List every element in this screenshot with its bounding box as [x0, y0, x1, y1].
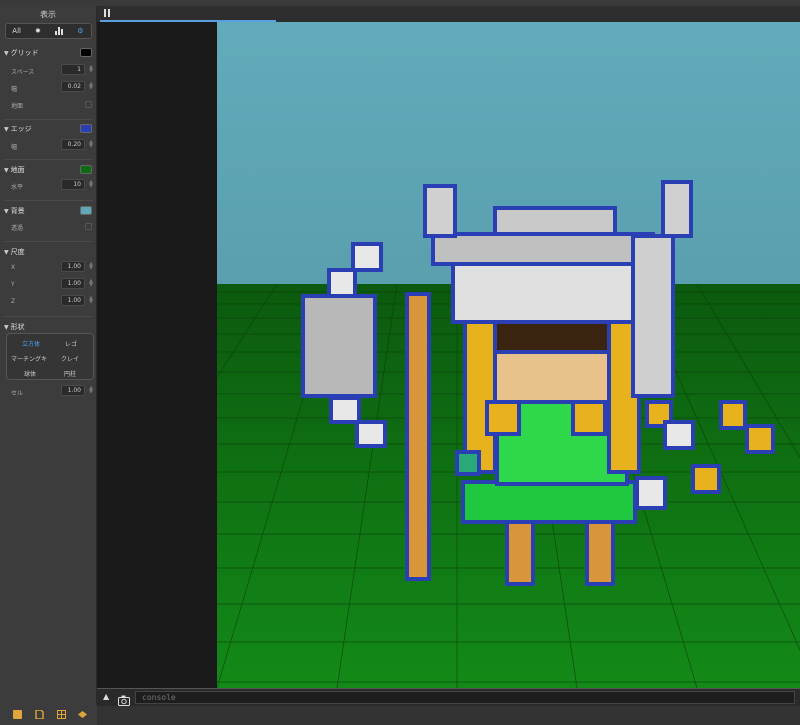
divider [4, 316, 93, 317]
grid-spacing-label: スペース [11, 69, 35, 76]
collapse-icon: ▼ [4, 248, 9, 256]
edge-width-label: 幅 [11, 144, 18, 151]
spinner-icon[interactable]: ▲ ▼ [89, 180, 93, 189]
spinner-icon[interactable]: ▲ ▼ [89, 279, 93, 288]
shape-option-clay[interactable]: クレイ [61, 354, 79, 363]
ground-level-label: 水平 [11, 184, 24, 191]
collapse-icon: ▼ [4, 207, 9, 215]
scale-z-input[interactable]: 1.00 [61, 295, 85, 306]
pause-icon[interactable] [104, 9, 110, 17]
scale-z-row: Z 1.00 ▲ ▼ [11, 295, 93, 307]
spinner-icon[interactable]: ▲ ▼ [89, 386, 93, 395]
scale-z-label: Z [11, 298, 16, 305]
divider [4, 200, 93, 201]
edge-width-input[interactable]: 0.20 [61, 139, 85, 150]
shape-cell-row: セル 1.00 ▲ ▼ [11, 385, 93, 397]
tab-all[interactable]: All [7, 25, 27, 37]
collapse-icon: ▼ [4, 166, 9, 174]
shape-options: 立方体 レゴ マーチングキ クレイ 球体 円柱 [6, 333, 94, 380]
spinner-icon[interactable]: ▲ ▼ [89, 82, 93, 91]
render-viewport[interactable] [97, 22, 800, 688]
scale-y-label: Y [11, 281, 15, 288]
scale-x-label: X [11, 264, 16, 271]
background-transparent-row: 透過 [11, 220, 93, 232]
grid-ground-label: 地面 [11, 103, 24, 110]
voxel-scene [217, 22, 800, 688]
edge-width-row: 幅 0.20 ▲ ▼ [11, 139, 93, 151]
grid-width-row: 幅 0.02 ▲ ▼ [11, 81, 93, 93]
bar-chart-icon [54, 27, 63, 35]
section-scale[interactable]: ▼ 尺度 [4, 247, 92, 257]
grid-ground-checkbox[interactable] [85, 101, 92, 108]
console-input[interactable] [135, 691, 795, 704]
console-bar: ▲ [97, 688, 800, 707]
spinner-icon[interactable]: ▲ ▼ [89, 262, 93, 271]
scale-y-input[interactable]: 1.00 [61, 278, 85, 289]
grid-spacing-input[interactable]: 1 [61, 64, 85, 75]
cube-icon[interactable] [13, 710, 22, 719]
ground-level-input[interactable]: 10 [61, 179, 85, 190]
ground-level-row: 水平 10 ▲ ▼ [11, 179, 93, 191]
panel-tabs: All ✹ ⚙ [5, 23, 92, 39]
panel-title: 表示 [40, 10, 56, 19]
ground-color-swatch[interactable] [80, 165, 92, 174]
collapse-icon: ▼ [4, 323, 9, 331]
collapse-icon: ▼ [4, 49, 9, 57]
section-background[interactable]: ▼ 背景 [4, 206, 92, 216]
tab-stats[interactable] [49, 25, 69, 37]
background-transparent-label: 透過 [11, 225, 24, 232]
spinner-icon[interactable]: ▲ ▼ [89, 65, 93, 74]
edge-color-swatch[interactable] [80, 124, 92, 133]
file-icon[interactable] [35, 709, 44, 720]
section-ground[interactable]: ▼ 地面 [4, 165, 92, 175]
tab-light[interactable]: ✹ [28, 25, 48, 37]
grid-width-input[interactable]: 0.02 [61, 81, 85, 92]
spinner-icon[interactable]: ▲ ▼ [89, 140, 93, 149]
section-shape-title: 形状 [10, 323, 25, 331]
tab-settings[interactable]: ⚙ [70, 25, 90, 37]
tab-all-label: All [12, 27, 21, 35]
grid-ground-row: 地面 [11, 98, 93, 110]
section-grid-title: グリッド [10, 49, 39, 57]
background-transparent-checkbox[interactable] [85, 223, 92, 230]
section-scale-title: 尺度 [10, 248, 25, 256]
section-background-title: 背景 [10, 207, 25, 215]
divider [4, 241, 93, 242]
status-strip [97, 706, 800, 725]
spinner-icon[interactable]: ▲ ▼ [89, 296, 93, 305]
expand-up-icon[interactable]: ▲ [103, 692, 109, 701]
section-ground-title: 地面 [10, 166, 25, 174]
sun-icon: ✹ [34, 27, 41, 35]
shape-option-lego[interactable]: レゴ [65, 339, 77, 348]
section-shape[interactable]: ▼ 形状 [4, 322, 92, 332]
scale-x-input[interactable]: 1.00 [61, 261, 85, 272]
gear-icon: ⚙ [77, 27, 84, 35]
grid-icon[interactable] [57, 710, 66, 719]
grid-color-swatch[interactable] [80, 48, 92, 57]
grid-spacing-row: スペース 1 ▲ ▼ [11, 64, 93, 76]
collapse-icon: ▼ [4, 125, 9, 133]
background-color-swatch[interactable] [80, 206, 92, 215]
divider [4, 159, 93, 160]
section-edge[interactable]: ▼ エッジ [4, 124, 92, 134]
shape-option-cylinder[interactable]: 円柱 [64, 369, 76, 378]
bottom-toolbar [0, 705, 97, 725]
shape-cell-input[interactable]: 1.00 [61, 385, 85, 396]
layers-icon[interactable] [78, 710, 87, 719]
shape-option-cube[interactable]: 立方体 [22, 339, 40, 348]
shape-option-sphere[interactable]: 球体 [24, 369, 36, 378]
shape-cell-label: セル [11, 390, 24, 397]
shape-option-marching[interactable]: マーチングキ [11, 354, 47, 363]
section-edge-title: エッジ [10, 125, 32, 133]
section-grid[interactable]: ▼ グリッド [4, 48, 92, 58]
divider [4, 119, 93, 120]
scale-y-row: Y 1.00 ▲ ▼ [11, 278, 93, 290]
scale-x-row: X 1.00 ▲ ▼ [11, 261, 93, 273]
grid-width-label: 幅 [11, 86, 18, 93]
